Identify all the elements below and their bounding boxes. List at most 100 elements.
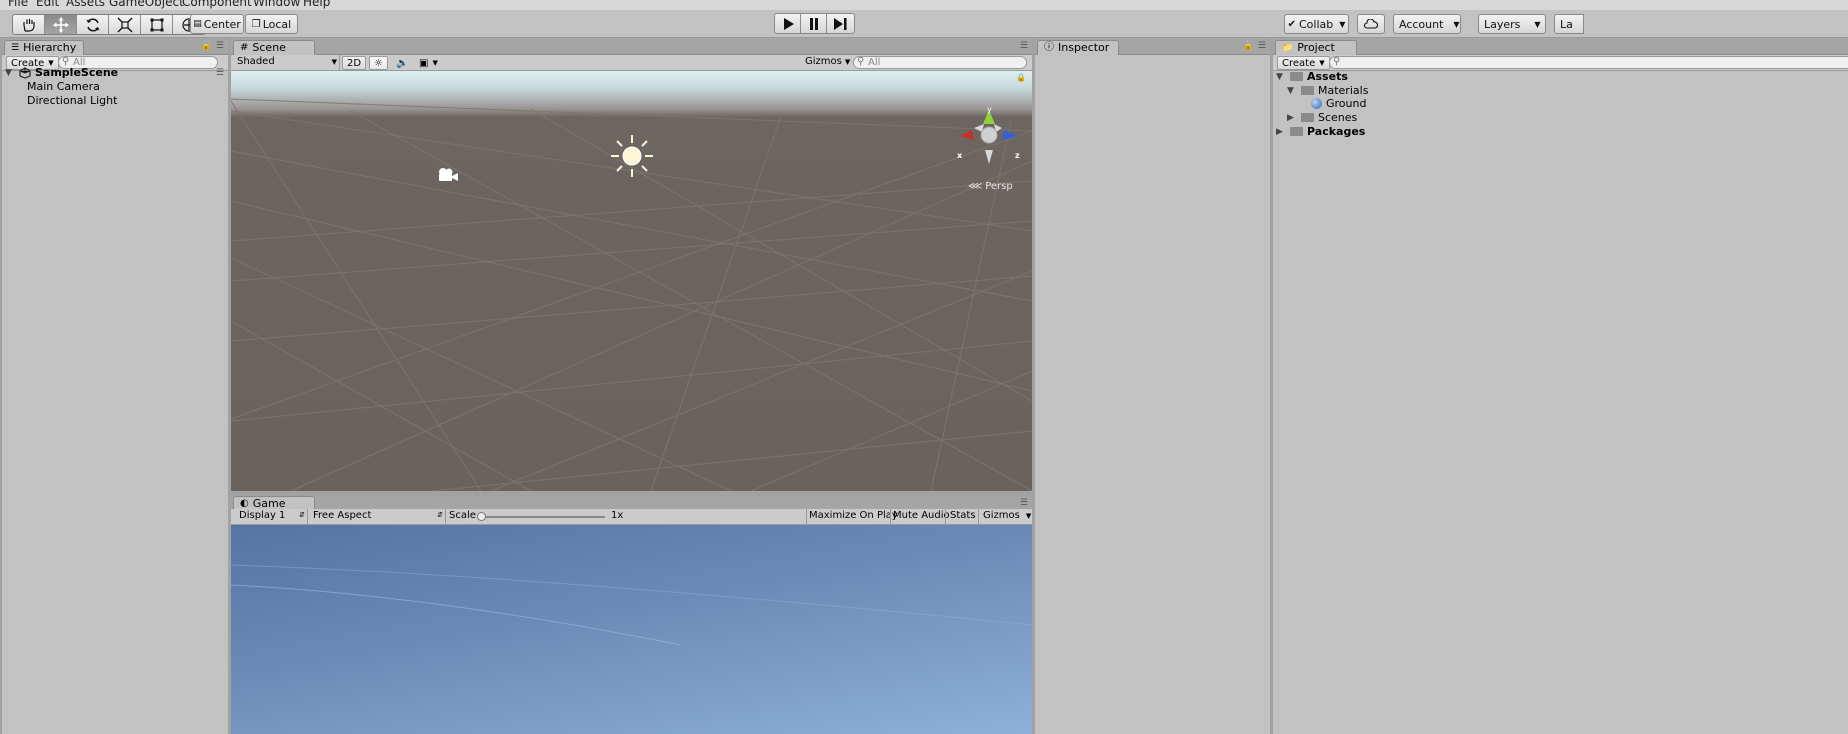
shading-mode-dropdown[interactable]: Shaded ▼ [237,56,337,67]
collapsed-triangle-icon[interactable]: ▶ [1287,113,1297,123]
separator [307,509,308,525]
axis-z-label: z [1015,151,1020,160]
project-item-packages[interactable]: ▶ Packages [1276,125,1365,138]
scale-tool-button[interactable] [109,15,141,34]
panel-menu-icon[interactable]: ☰ [1258,41,1266,51]
pause-button[interactable] [800,13,827,34]
lock-icon[interactable]: 🔒 [1243,41,1254,51]
layout-dropdown[interactable]: La [1554,14,1584,34]
scene-search-input[interactable]: All [853,56,1027,69]
panel-menu-icon[interactable]: ☰ [1020,41,1028,51]
pivot-local-button[interactable]: ❒ Local [245,14,298,34]
gizmo-lock-icon[interactable]: 🔒 [1016,73,1026,82]
directional-light-gizmo-icon[interactable] [609,133,655,179]
expand-triangle-icon[interactable]: ▼ [1287,86,1297,96]
camera-gizmo-icon[interactable] [437,167,459,183]
expand-triangle-icon[interactable]: ▼ [1276,72,1286,82]
tab-hierarchy[interactable]: ☰ Hierarchy [4,40,84,55]
pause-icon [809,17,818,30]
collab-dropdown[interactable]: ✔ Collab ▼ [1284,14,1349,34]
sun-small-icon: ☼ [374,57,383,69]
play-icon [783,17,794,30]
project-search-input[interactable] [1329,56,1848,69]
scale-slider[interactable] [481,516,605,518]
rect-tool-button[interactable] [141,15,173,34]
projection-toggle[interactable]: ⋘ Persp [968,181,1013,192]
maximize-on-play-toggle[interactable]: Maximize On Play [809,510,898,521]
account-dropdown[interactable]: Account ▼ [1393,14,1461,34]
folder-icon [1290,72,1303,81]
game-gizmos-dropdown[interactable]: Gizmos ▼ [983,510,1031,521]
toggle-2d-button[interactable]: 2D [342,56,367,70]
hierarchy-tabstrip: ☰ Hierarchy 🔒 ☰ [2,38,228,55]
scene-gizmos-dropdown[interactable]: Gizmos ▼ [805,56,850,67]
hand-tool-button[interactable] [13,15,45,34]
menu-gameobject[interactable]: GameObject [109,0,184,9]
scene-toolbar: Shaded▼ 2D ☼ 🔈 ▣▼ Gizmos▼ All [231,55,1032,71]
axis-x-label: x [957,151,963,160]
panel-menu-icon[interactable]: ☰ [216,41,224,51]
layers-dropdown[interactable]: Layers ▼ [1478,14,1546,34]
lighting-toggle-button[interactable]: ☼ [369,56,388,70]
pivot-center-button[interactable]: ▤ Center [190,14,244,34]
dropdown-arrow-icon: ▼ [1534,19,1541,29]
project-item-scenes[interactable]: ▶ Scenes [1287,111,1357,124]
mute-audio-toggle[interactable]: Mute Audio [893,510,950,521]
panel-controls: 🔒 ☰ [1243,41,1266,51]
project-create-button[interactable]: Create ▼ [1277,56,1330,70]
menu-assets[interactable]: Assets [66,0,105,9]
project-item-materials[interactable]: ▼ Materials [1287,84,1368,97]
cloud-icon [1364,19,1378,29]
panel-menu-icon[interactable]: ☰ [1020,498,1028,508]
menu-help[interactable]: Help [303,0,330,9]
menu-component[interactable]: Component [182,0,252,9]
scene-menu-icon[interactable]: ☰ [216,68,224,78]
display-dropdown[interactable]: Display 1 ⇵ [239,510,305,521]
axis-y-label: y [987,105,992,114]
collapsed-triangle-icon[interactable]: ▶ [1276,127,1286,137]
menu-window[interactable]: Window [253,0,300,9]
hierarchy-item-directional-light[interactable]: Directional Light [27,94,117,107]
scene-root-row[interactable]: ▼ SampleScene [5,66,118,79]
expand-triangle-icon[interactable]: ▼ [5,68,15,78]
scale-icon [117,17,132,32]
scene-viewport[interactable]: y x z 🔒 ⋘ Persp [231,71,1032,491]
menu-edit[interactable]: Edit [36,0,59,9]
tab-project[interactable]: 📁 Project [1275,40,1357,55]
unity-scene-icon [19,66,31,79]
hierarchy-item-main-camera[interactable]: Main Camera [27,80,100,93]
dropdown-arrow-icon: ▼ [1319,58,1325,67]
project-item-assets[interactable]: ▼ Assets [1276,70,1348,83]
game-tabstrip: ◐ Game ☰ [231,496,1032,511]
panel-controls: 🔒 ☰ [201,41,224,51]
rotate-tool-button[interactable] [77,15,109,34]
separator [978,509,979,525]
transform-tools [12,14,206,35]
orientation-gizmo[interactable] [954,106,1024,168]
hand-icon [22,18,35,32]
game-viewport[interactable] [231,525,1032,734]
move-tool-button[interactable] [45,15,77,34]
check-circle-icon: ✔ [1287,18,1296,30]
info-icon: ⓘ [1044,42,1054,53]
folder-tab-icon: 📁 [1282,43,1294,53]
separator [806,509,807,525]
list-icon: ☰ [11,43,20,53]
project-item-ground[interactable]: Ground [1311,97,1366,110]
tab-scene[interactable]: # Scene [233,40,315,55]
stats-toggle[interactable]: Stats [950,510,976,521]
audio-toggle-button[interactable]: 🔈 [392,56,412,70]
updown-arrow-icon: ⇵ [299,511,305,519]
play-button[interactable] [774,13,801,34]
move-icon [52,16,69,33]
aspect-dropdown[interactable]: Free Aspect ⇵ [313,510,443,521]
tab-inspector[interactable]: ⓘ Inspector [1037,40,1119,55]
effects-dropdown[interactable]: ▣ ▼ [415,56,442,70]
menu-file[interactable]: File [8,0,28,9]
separator [890,509,891,525]
step-button[interactable] [826,13,855,34]
cloud-button[interactable] [1357,14,1385,34]
scale-slider-handle[interactable] [477,512,486,521]
lock-icon[interactable]: 🔒 [201,41,212,51]
project-toolbar: Create ▼ [1273,55,1848,71]
